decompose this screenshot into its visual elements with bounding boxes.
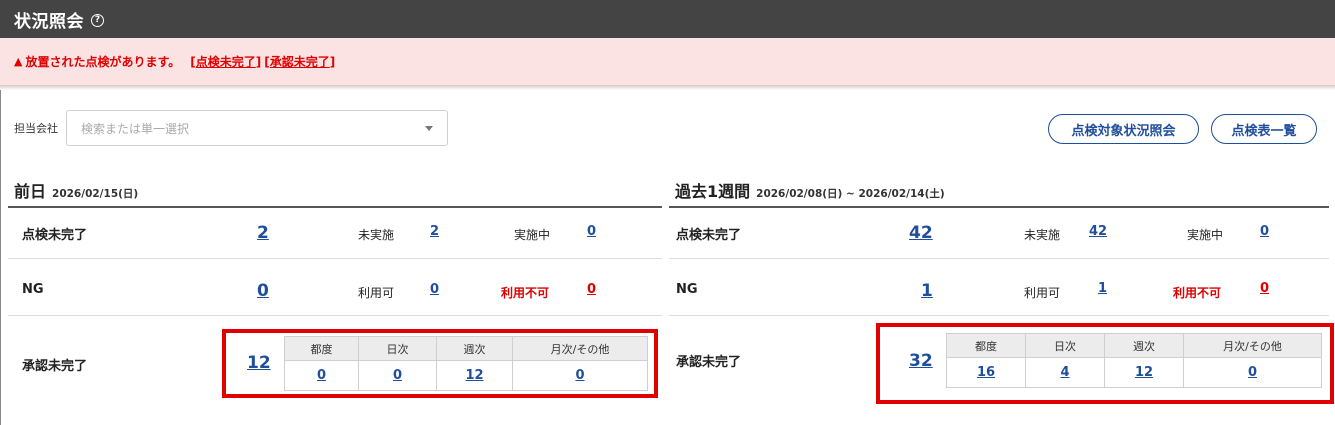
company-select-placeholder: 検索または単一選択 xyxy=(81,121,190,136)
page-title: 状況照会 xyxy=(14,11,84,32)
alert-link-unapproved-wrap: [承認未完了] xyxy=(264,55,336,69)
week-usable-value[interactable]: 1 xyxy=(1098,281,1107,296)
week-ng-label: NG xyxy=(676,282,698,297)
yesterday-heading: 前日 xyxy=(14,182,47,201)
yesterday-not-started-label: 未実施 xyxy=(358,228,395,242)
yesterday-date: 2026/02/15(日) xyxy=(52,188,139,200)
yesterday-weekly-value[interactable]: 12 xyxy=(465,368,483,383)
title-bar: 状況照会 ? xyxy=(0,0,1335,38)
week-unapproved-table: 都度 日次 週次 月次/その他 16 4 12 0 xyxy=(946,333,1322,388)
yesterday-incomplete-label: 点検未完了 xyxy=(22,228,88,243)
company-filter: 担当会社 検索または単一選択 xyxy=(14,110,448,146)
company-filter-label: 担当会社 xyxy=(14,122,58,135)
table-header-weekly: 週次 xyxy=(1104,333,1184,358)
week-incomplete-label: 点検未完了 xyxy=(676,228,742,243)
week-monthly-value[interactable]: 0 xyxy=(1248,365,1257,380)
row-divider xyxy=(669,315,1329,316)
alert-shadow xyxy=(0,86,1335,90)
week-unusable-value[interactable]: 0 xyxy=(1260,281,1269,296)
alert-link-incomplete[interactable]: 点検未完了 xyxy=(196,55,256,69)
yesterday-unapproved-total[interactable]: 12 xyxy=(247,353,271,373)
table-cell: 4 xyxy=(1025,357,1105,388)
week-in-progress-label: 実施中 xyxy=(1187,228,1224,242)
yesterday-unapproved-table: 都度 日次 週次 月次/その他 0 0 12 0 xyxy=(284,336,648,391)
week-usable-label: 利用可 xyxy=(1024,286,1061,300)
yesterday-daily-value[interactable]: 0 xyxy=(393,368,402,383)
yesterday-section-header: 前日 2026/02/15(日) xyxy=(14,178,138,202)
yesterday-in-progress-value[interactable]: 0 xyxy=(587,224,596,239)
yesterday-divider xyxy=(8,206,662,208)
company-select[interactable]: 検索または単一選択 xyxy=(66,110,448,146)
table-header-weekly: 週次 xyxy=(436,336,513,361)
week-unapproved-total[interactable]: 32 xyxy=(909,351,933,371)
yesterday-each-value[interactable]: 0 xyxy=(317,368,326,383)
table-cell: 12 xyxy=(1104,357,1184,388)
week-not-started-value[interactable]: 42 xyxy=(1089,224,1107,239)
yesterday-not-started-value[interactable]: 2 xyxy=(430,224,439,239)
yesterday-usable-label: 利用可 xyxy=(358,286,395,300)
row-divider xyxy=(669,258,1329,259)
week-divider xyxy=(669,206,1329,208)
week-not-started-label: 未実施 xyxy=(1024,228,1061,242)
yesterday-unusable-label: 利用不可 xyxy=(501,286,550,300)
week-daily-value[interactable]: 4 xyxy=(1060,365,1069,380)
yesterday-ng-label: NG xyxy=(22,282,44,297)
table-cell: 12 xyxy=(436,360,513,391)
week-in-progress-value[interactable]: 0 xyxy=(1260,224,1269,239)
table-header-daily: 日次 xyxy=(1025,333,1105,358)
yesterday-usable-value[interactable]: 0 xyxy=(430,282,439,297)
table-cell: 16 xyxy=(946,357,1026,388)
yesterday-unapproved-label: 承認未完了 xyxy=(22,359,88,374)
table-header-daily: 日次 xyxy=(358,336,437,361)
week-unusable-label: 利用不可 xyxy=(1173,286,1222,300)
checklist-list-button[interactable]: 点検表一覧 xyxy=(1211,114,1317,144)
week-each-value[interactable]: 16 xyxy=(977,365,995,380)
help-icon[interactable]: ? xyxy=(91,13,104,27)
table-header-monthly-other: 月次/その他 xyxy=(512,336,648,361)
inspection-status-button[interactable]: 点検対象状況照会 xyxy=(1048,114,1199,144)
table-cell: 0 xyxy=(512,360,648,391)
row-divider xyxy=(8,258,662,259)
yesterday-incomplete-total[interactable]: 2 xyxy=(257,223,269,243)
yesterday-in-progress-label: 実施中 xyxy=(514,228,551,242)
week-date: 2026/02/08(日) ~ 2026/02/14(土) xyxy=(756,188,945,200)
week-section-header: 過去1週間 2026/02/08(日) ~ 2026/02/14(土) xyxy=(675,178,945,202)
week-heading: 過去1週間 xyxy=(675,182,751,201)
alert-banner: ▲ 放置された点検があります。 [点検未完了] [承認未完了] xyxy=(0,38,1335,86)
yesterday-monthly-value[interactable]: 0 xyxy=(575,368,584,383)
warning-icon: ▲ xyxy=(14,55,23,68)
table-cell: 0 xyxy=(284,360,359,391)
chevron-down-icon xyxy=(425,125,433,131)
week-ng-total[interactable]: 1 xyxy=(921,281,933,301)
week-unapproved-label: 承認未完了 xyxy=(676,355,742,370)
table-cell: 0 xyxy=(358,360,437,391)
alert-message: 放置された点検があります。 xyxy=(25,55,181,69)
table-cell: 0 xyxy=(1183,357,1322,388)
row-divider xyxy=(8,315,662,316)
yesterday-unusable-value[interactable]: 0 xyxy=(587,282,596,297)
left-border xyxy=(0,90,1,425)
week-incomplete-total[interactable]: 42 xyxy=(909,223,933,243)
alert-link-incomplete-wrap: [点検未完了] xyxy=(190,55,262,69)
table-header-monthly-other: 月次/その他 xyxy=(1183,333,1322,358)
week-weekly-value[interactable]: 12 xyxy=(1135,365,1153,380)
alert-link-unapproved[interactable]: 承認未完了 xyxy=(270,55,330,69)
table-header-each: 都度 xyxy=(946,333,1026,358)
table-header-each: 都度 xyxy=(284,336,359,361)
yesterday-ng-total[interactable]: 0 xyxy=(257,281,269,301)
